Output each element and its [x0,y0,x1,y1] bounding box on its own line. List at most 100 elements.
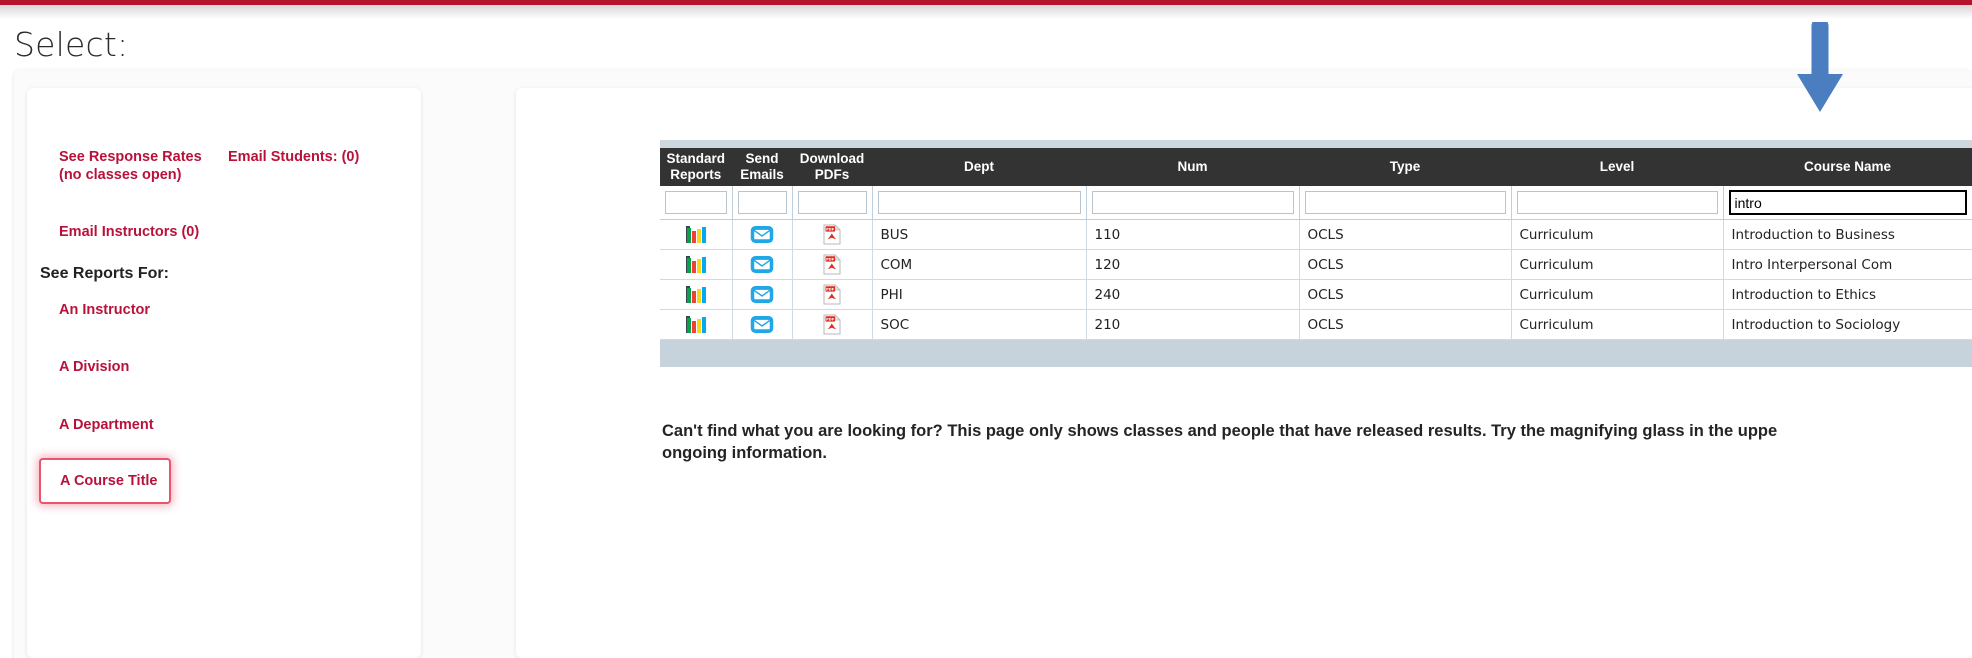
filter-cell-standard-reports [660,186,733,220]
svg-text:PDF: PDF [826,287,835,291]
envelope-icon [750,286,774,303]
cell-dept: BUS [872,219,1087,250]
column-header-standard-reports[interactable]: Standard Reports [660,148,733,186]
results-table-container: Standard Reports Send Emails Download PD… [660,140,1972,367]
cell-type: OCLS [1299,249,1512,280]
download-pdf-cell[interactable]: PDF [792,219,873,250]
column-header-course-name[interactable]: Course Name [1723,148,1972,186]
column-header-dept[interactable]: Dept [872,148,1087,186]
table-top-strip-cell [660,140,1972,148]
cell-course-name: Introduction to Sociology [1723,309,1972,340]
see-response-rates-link[interactable]: See Response Rates (no classes open) [59,148,219,185]
cell-num: 210 [1086,309,1300,340]
cell-dept: SOC [872,309,1087,340]
cell-level: Curriculum [1511,309,1724,340]
envelope-icon [750,256,774,273]
cell-course-name: Intro Interpersonal Com [1723,249,1972,280]
sidebar-item-a-course-title-label: A Course Title [60,473,158,489]
pdf-icon: PDF [823,284,841,305]
bar-chart-icon [685,256,706,273]
email-students-link[interactable]: Email Students: (0) [228,148,359,166]
standard-reports-cell[interactable] [660,279,733,310]
filter-input-dept[interactable] [877,191,1081,214]
column-header-send-emails[interactable]: Send Emails [732,148,793,186]
bar-chart-icon [685,316,706,333]
pdf-icon: PDF [823,224,841,245]
cell-num: 120 [1086,249,1300,280]
svg-text:PDF: PDF [826,317,835,321]
envelope-icon [750,226,774,243]
cell-type: OCLS [1299,279,1512,310]
sidebar-item-a-department[interactable]: A Department [59,416,154,434]
annotation-arrow-down-icon [1797,22,1843,112]
filter-cell-type [1299,186,1512,220]
send-email-cell[interactable] [732,279,793,310]
svg-text:PDF: PDF [826,227,835,231]
table-header-row: Standard Reports Send Emails Download PD… [660,148,1972,186]
download-pdf-cell[interactable]: PDF [792,249,873,280]
standard-reports-cell[interactable] [660,219,733,250]
filter-input-type[interactable] [1304,191,1506,214]
table-footer-row [660,339,1972,367]
bar-chart-icon [685,286,706,303]
filter-input-level[interactable] [1516,191,1718,214]
sidebar-item-a-course-title[interactable]: A Course Title [39,458,171,504]
cell-num: 110 [1086,219,1300,250]
download-pdf-cell[interactable]: PDF [792,309,873,340]
cell-type: OCLS [1299,309,1512,340]
filter-cell-level [1511,186,1724,220]
bar-chart-icon [685,226,706,243]
table-row[interactable]: PDF PHI 240 OCLS Curriculum Introduction to E… [660,279,1972,310]
top-gradient [0,5,1972,19]
send-email-cell[interactable] [732,219,793,250]
filter-input-download-pdfs[interactable] [797,191,867,214]
cell-level: Curriculum [1511,219,1724,250]
download-pdf-cell[interactable]: PDF [792,279,873,310]
table-footer-cell [660,339,1972,367]
standard-reports-cell[interactable] [660,249,733,280]
sidebar-item-an-instructor[interactable]: An Instructor [59,301,150,319]
send-email-cell[interactable] [732,249,793,280]
cell-course-name: Introduction to Business [1723,219,1972,250]
table-row[interactable]: PDF SOC 210 OCLS Curriculum Introduction to S… [660,309,1972,340]
column-header-num[interactable]: Num [1086,148,1300,186]
cell-course-name: Introduction to Ethics [1723,279,1972,310]
sidebar-item-a-division[interactable]: A Division [59,358,129,376]
table-row[interactable]: PDF BUS 110 OCLS Curriculum Introduction to B… [660,219,1972,250]
cell-dept: COM [872,249,1087,280]
cell-type: OCLS [1299,219,1512,250]
standard-reports-cell[interactable] [660,309,733,340]
filter-cell-course-name [1723,186,1972,220]
filter-input-standard-reports[interactable] [665,191,727,214]
filter-input-course-name[interactable] [1728,190,1967,215]
filter-cell-send-emails [732,186,793,220]
column-header-type[interactable]: Type [1299,148,1512,186]
email-instructors-link[interactable]: Email Instructors (0) [59,223,199,241]
table-body: PDF BUS 110 OCLS Curriculum Introduction to B… [660,219,1972,340]
see-reports-for-heading: See Reports For: [40,265,169,282]
column-header-download-pdfs[interactable]: Download PDFs [792,148,873,186]
column-header-level[interactable]: Level [1511,148,1724,186]
filter-input-send-emails[interactable] [737,191,787,214]
table-filter-row [660,186,1972,220]
cell-level: Curriculum [1511,249,1724,280]
cell-level: Curriculum [1511,279,1724,310]
svg-text:PDF: PDF [826,257,835,261]
table-row[interactable]: PDF COM 120 OCLS Curriculum Intro Interperson… [660,249,1972,280]
filter-cell-download-pdfs [792,186,873,220]
envelope-icon [750,316,774,333]
table-top-strip [660,140,1972,148]
send-email-cell[interactable] [732,309,793,340]
help-note-line-2: ongoing information. [662,444,827,463]
filter-cell-dept [872,186,1087,220]
pdf-icon: PDF [823,314,841,335]
page-root: Select: See Response Rates (no classes o… [0,0,1972,658]
results-table: Standard Reports Send Emails Download PD… [660,140,1972,367]
help-note: Can't find what you are looking for? Thi… [662,420,1972,465]
filter-input-num[interactable] [1091,191,1294,214]
cell-num: 240 [1086,279,1300,310]
filter-cell-num [1086,186,1300,220]
pdf-icon: PDF [823,254,841,275]
help-note-line-1: Can't find what you are looking for? Thi… [662,422,1778,440]
page-title: Select: [14,25,129,64]
